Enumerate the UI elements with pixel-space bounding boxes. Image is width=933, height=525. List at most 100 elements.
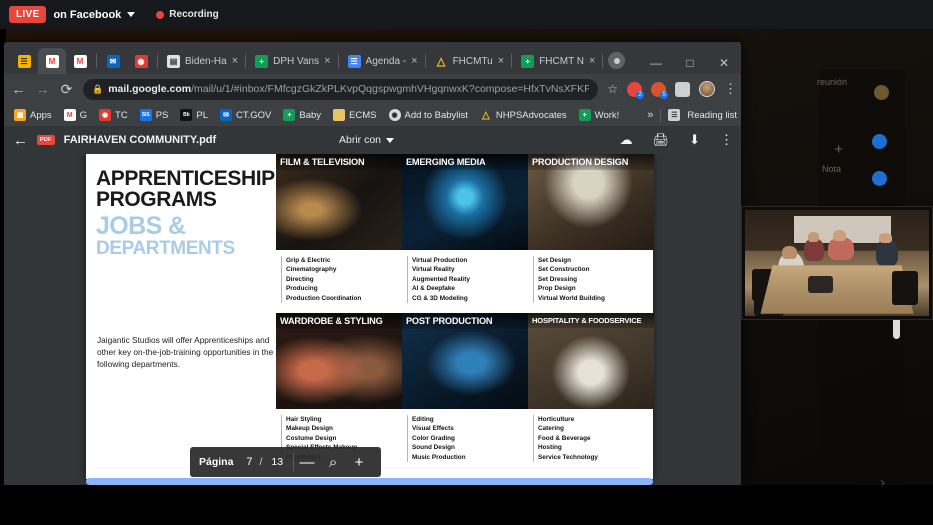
- film-set-photo: FILM & TELEVISION: [276, 154, 402, 250]
- studio-source-chip-3[interactable]: [872, 171, 887, 186]
- zoom-level-icon[interactable]: ⌕: [320, 454, 346, 471]
- costume-photo: WARDROBE & STYLING: [276, 313, 402, 409]
- reading-list-icon: ☰: [668, 109, 681, 121]
- window-controls[interactable]: — □ ✕: [639, 56, 741, 70]
- list-item: Augmented Reality: [407, 274, 523, 285]
- bookmarks-bar-right: » ☰ Reading list: [647, 108, 737, 122]
- download-icon[interactable]: ⬇: [689, 132, 700, 148]
- vr-headset-photo: EMERGING MEDIA: [402, 154, 528, 250]
- participant-head: [781, 246, 797, 259]
- studio-source-chip-2[interactable]: [872, 134, 887, 149]
- card-post-production: POST PRODUCTION Editing Visual Effects C…: [402, 313, 528, 463]
- bookmark-tc[interactable]: ◉ TC: [95, 108, 132, 122]
- catering-photo: HOSPITALITY & FOODSERVICE: [528, 313, 654, 409]
- profile-switcher-icon[interactable]: [608, 52, 625, 69]
- bookmark-label: TC: [115, 109, 128, 121]
- bookmark-label: CT.GOV: [236, 109, 272, 121]
- card-list: Editing Visual Effects Color Grading Sou…: [402, 409, 528, 463]
- pinned-tab-2[interactable]: M: [66, 48, 94, 74]
- puzzle-extensions-icon[interactable]: [675, 81, 690, 97]
- back-button[interactable]: ←: [11, 81, 26, 97]
- tab-fhcmt-n[interactable]: + FHCMT N ×: [514, 48, 600, 74]
- chevron-down-icon[interactable]: [386, 137, 395, 143]
- chrome-menu-icon[interactable]: ⋮: [724, 82, 737, 95]
- card-title: HOSPITALITY & FOODSERVICE: [528, 313, 654, 328]
- list-item: Sound Design: [407, 443, 523, 453]
- studio-add-icon-1[interactable]: +: [834, 141, 843, 158]
- zoom-out-button[interactable]: —: [294, 454, 320, 471]
- address-bar[interactable]: 🔒 mail.google.com/mail/u/1/#inbox/FMfcgz…: [83, 78, 599, 100]
- list-item: Virtual World Building: [533, 293, 649, 304]
- print-icon[interactable]: 🖨: [653, 132, 670, 148]
- card-wardrobe-styling: WARDROBE & STYLING Hair Styling Makeup D…: [276, 313, 402, 463]
- bookmark-ps[interactable]: SIS PS: [136, 108, 173, 122]
- tab-dph-vans[interactable]: + DPH Vans ×: [248, 48, 335, 74]
- conference-room-video-tile[interactable]: [741, 206, 933, 320]
- address-bar-url: mail.google.com/mail/u/1/#inbox/FMfcgzGk…: [108, 83, 589, 95]
- list-item: Cinematography: [281, 265, 397, 275]
- bookmark-add-to-babylist[interactable]: ◉ Add to Babylist: [385, 108, 472, 122]
- tab-close-icon[interactable]: ×: [498, 55, 504, 67]
- pinned-tab-1[interactable]: M: [38, 48, 66, 74]
- chevron-down-icon[interactable]: [127, 12, 136, 17]
- maximize-button[interactable]: □: [673, 56, 707, 70]
- loom-extension-icon[interactable]: 5: [651, 81, 668, 99]
- bookmarks-overflow-icon[interactable]: »: [647, 109, 653, 121]
- list-item: Horticulture: [533, 415, 649, 425]
- page-number-input[interactable]: 7: [239, 456, 259, 468]
- pinned-tab-0[interactable]: ☰: [10, 48, 38, 74]
- tab-biden-ha[interactable]: ▤ Biden-Ha ×: [160, 48, 243, 74]
- list-item: Makeup Design: [281, 424, 397, 434]
- grammarly-extension-icon[interactable]: 2: [627, 81, 644, 99]
- list-item: Set Design: [533, 256, 649, 266]
- bookmark-g[interactable]: M G: [60, 108, 91, 122]
- forward-button[interactable]: →: [35, 81, 50, 97]
- tab-agenda[interactable]: ☰ Agenda - ×: [341, 48, 423, 74]
- tab-fhcmtu[interactable]: △ FHCMTu ×: [428, 48, 510, 74]
- pinned-tab-3[interactable]: ✉: [99, 48, 127, 74]
- pdf-back-button[interactable]: ←: [13, 132, 28, 149]
- pdf-horizontal-scrollbar[interactable]: [86, 478, 653, 485]
- list-item: Virtual Reality: [407, 265, 523, 275]
- tab-close-icon[interactable]: ×: [411, 55, 417, 67]
- minimize-button[interactable]: —: [639, 56, 673, 70]
- close-window-button[interactable]: ✕: [707, 56, 741, 70]
- reading-list-label[interactable]: Reading list: [687, 110, 737, 121]
- reload-button[interactable]: ⟳: [59, 81, 74, 98]
- chrome-browser-window: ☰ M M ✉ ◉ ▤ Biden-Ha × + DPH Vans × ☰ Ag…: [4, 42, 741, 485]
- screen: + reunión Nota + + › LIVE on Facebook: [0, 0, 933, 525]
- edit-suite-photo: POST PRODUCTION: [402, 313, 528, 409]
- live-destination-selector[interactable]: on Facebook: [53, 8, 136, 21]
- tab-close-icon[interactable]: ×: [232, 55, 238, 67]
- pinned-tab-4[interactable]: ◉: [127, 48, 155, 74]
- pdf-page-navigation[interactable]: Página 7 / 13 — ⌕ +: [190, 447, 381, 477]
- gmail-icon: M: [63, 109, 76, 121]
- avatar[interactable]: [699, 81, 715, 97]
- news-icon: ▤: [167, 54, 180, 68]
- live-destination-label: on Facebook: [53, 8, 122, 21]
- bookmark-star-icon[interactable]: ☆: [607, 82, 618, 96]
- laptop: [807, 275, 834, 293]
- more-options-icon[interactable]: ⋮: [720, 132, 733, 148]
- bookmark-baby[interactable]: + Baby: [279, 108, 325, 122]
- card-emerging-media: EMERGING MEDIA Virtual Production Virtua…: [402, 154, 528, 304]
- pdf-canvas[interactable]: APPRENTICESHIP PROGRAMS JOBS & DEPARTMEN…: [4, 154, 741, 485]
- bookmark-pl[interactable]: Bb PL: [176, 108, 212, 122]
- tab-close-icon[interactable]: ×: [589, 55, 595, 67]
- studio-source-chip-1[interactable]: [874, 85, 889, 100]
- add-to-drive-icon[interactable]: ☁: [620, 132, 633, 148]
- gmail-pinned-tab-2-icon: M: [73, 54, 87, 68]
- pdf-file-name: FAIRHAVEN COMMUNITY.pdf: [63, 134, 217, 146]
- bookmark-ecms[interactable]: ECMS: [329, 108, 380, 122]
- drive-icon: △: [482, 109, 490, 121]
- bookmark-nhpsadvocates[interactable]: △ NHPSAdvocates: [476, 108, 571, 122]
- tab-title: Biden-Ha: [185, 55, 227, 67]
- tab-strip: ☰ M M ✉ ◉ ▤ Biden-Ha × + DPH Vans × ☰ Ag…: [4, 42, 741, 74]
- tab-close-icon[interactable]: ×: [324, 55, 330, 67]
- bookmark-apps[interactable]: ▦ Apps: [10, 108, 56, 122]
- zoom-in-button[interactable]: +: [346, 454, 372, 471]
- document-heading: APPRENTICESHIP PROGRAMS JOBS & DEPARTMEN…: [96, 168, 282, 259]
- bookmark-ctgov[interactable]: ✉ CT.GOV: [216, 108, 275, 122]
- open-with-dropdown[interactable]: Abrir con: [339, 134, 395, 146]
- bookmark-work[interactable]: + Work!: [575, 108, 624, 122]
